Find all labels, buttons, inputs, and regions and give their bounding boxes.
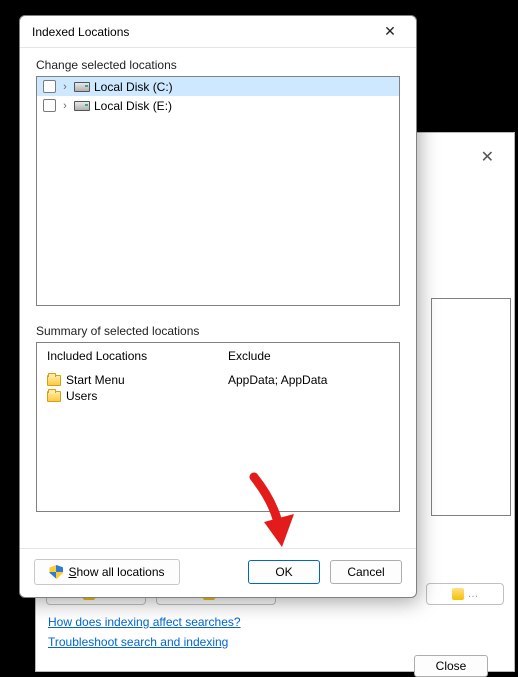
- list-item[interactable]: Users: [47, 389, 208, 403]
- drive-icon: [74, 82, 90, 92]
- shield-icon: [452, 588, 464, 600]
- link-how-indexing[interactable]: How does indexing affect searches?: [48, 615, 241, 629]
- exclude-header: Exclude: [228, 349, 389, 363]
- close-icon[interactable]: ✕: [372, 18, 408, 46]
- show-all-locations-button[interactable]: Show all locations: [34, 559, 180, 585]
- locations-tree[interactable]: › Local Disk (C:) › Local Disk (E:): [36, 76, 400, 306]
- summary-box: Included Locations Start Menu Users Excl…: [36, 342, 400, 512]
- summary-label: Summary of selected locations: [36, 324, 400, 338]
- included-column: Included Locations Start Menu Users: [37, 343, 218, 511]
- button-label: Show all locations: [68, 565, 164, 579]
- indexed-locations-dialog: Indexed Locations ✕ Change selected loca…: [19, 15, 417, 598]
- dialog-content: Change selected locations › Local Disk (…: [20, 48, 416, 548]
- ok-button[interactable]: OK: [248, 560, 320, 584]
- folder-icon: [47, 391, 61, 402]
- list-item[interactable]: Start Menu: [47, 373, 208, 387]
- tree-row-local-disk-c[interactable]: › Local Disk (C:): [37, 77, 399, 96]
- cancel-button[interactable]: Cancel: [330, 560, 402, 584]
- tree-label: Local Disk (C:): [94, 80, 173, 94]
- tree-label: Local Disk (E:): [94, 99, 172, 113]
- titlebar: Indexed Locations ✕: [20, 16, 416, 48]
- checkbox[interactable]: [43, 80, 56, 93]
- drive-icon: [74, 101, 90, 111]
- shield-icon: [49, 565, 63, 579]
- included-item-label: Start Menu: [66, 373, 125, 387]
- tree-row-local-disk-e[interactable]: › Local Disk (E:): [37, 96, 399, 115]
- exclude-text: AppData; AppData: [228, 373, 389, 387]
- exclude-column: Exclude AppData; AppData: [218, 343, 399, 511]
- included-item-label: Users: [66, 389, 97, 403]
- close-icon[interactable]: ✕: [481, 147, 494, 167]
- dialog-title: Indexed Locations: [32, 25, 372, 39]
- close-button[interactable]: Close: [414, 655, 488, 677]
- folder-icon: [47, 375, 61, 386]
- included-header: Included Locations: [47, 349, 208, 363]
- background-btn-3: …: [426, 583, 504, 605]
- change-locations-label: Change selected locations: [36, 58, 400, 72]
- help-links: How does indexing affect searches? Troub…: [48, 615, 241, 649]
- link-troubleshoot[interactable]: Troubleshoot search and indexing: [48, 635, 241, 649]
- checkbox[interactable]: [43, 99, 56, 112]
- chevron-right-icon[interactable]: ›: [60, 100, 70, 112]
- dialog-footer: Show all locations OK Cancel: [20, 548, 416, 597]
- chevron-right-icon[interactable]: ›: [60, 81, 70, 93]
- background-panel: [431, 298, 511, 516]
